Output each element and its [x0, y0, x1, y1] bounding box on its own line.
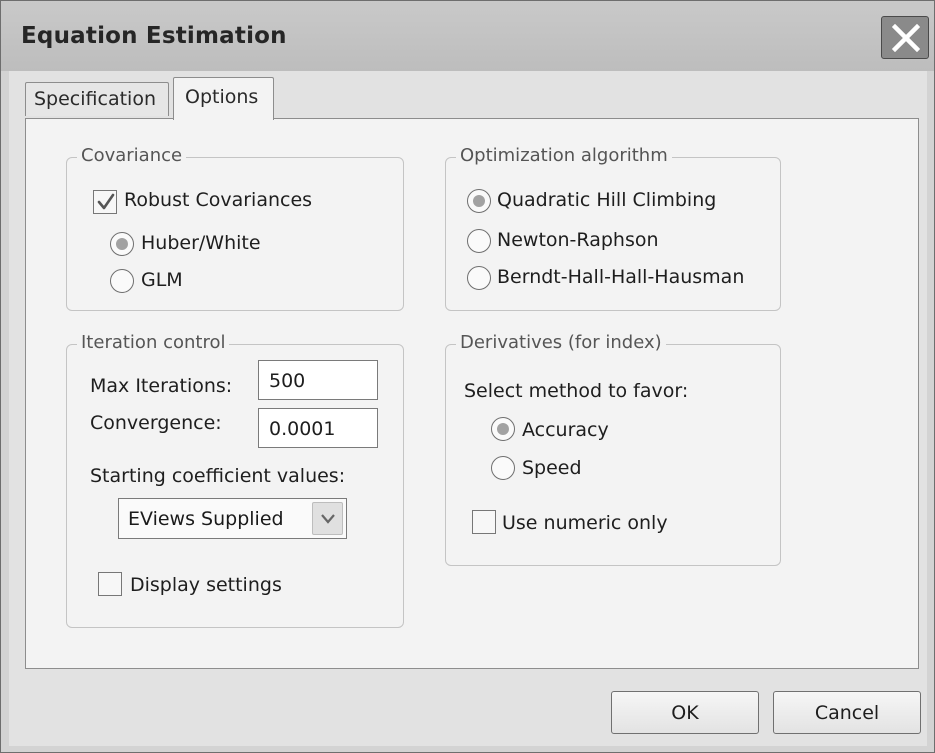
accuracy-label: Accuracy	[522, 419, 609, 441]
cancel-button-label: Cancel	[814, 702, 880, 724]
radio-selected-dot	[116, 238, 128, 250]
speed-label: Speed	[522, 457, 582, 479]
tab-specification[interactable]: Specification	[25, 82, 169, 116]
speed-radio[interactable]	[491, 456, 515, 480]
tab-specification-label: Specification	[34, 88, 156, 110]
glm-radio[interactable]	[110, 269, 134, 293]
convergence-input[interactable]: 0.0001	[258, 408, 378, 448]
dropdown-button[interactable]	[312, 502, 343, 535]
iteration-control-legend: Iteration control	[77, 332, 230, 353]
display-settings-label: Display settings	[130, 574, 282, 596]
bhhh-radio[interactable]	[467, 266, 491, 290]
quadratic-hill-climbing-radio[interactable]	[467, 189, 491, 213]
close-icon	[892, 24, 920, 52]
max-iterations-label: Max Iterations:	[90, 375, 233, 397]
bhhh-label: Berndt-Hall-Hall-Hausman	[497, 266, 745, 288]
max-iterations-input[interactable]: 500	[258, 360, 378, 400]
robust-covariances-checkbox[interactable]	[93, 190, 117, 214]
newton-raphson-radio[interactable]	[467, 229, 491, 253]
max-iterations-value: 500	[269, 370, 306, 392]
robust-covariances-label: Robust Covariances	[124, 189, 313, 211]
tab-options[interactable]: Options	[173, 77, 274, 120]
ok-button[interactable]: OK	[611, 691, 759, 734]
derivatives-legend: Derivatives (for index)	[456, 332, 666, 353]
quadratic-hill-climbing-label: Quadratic Hill Climbing	[497, 189, 717, 211]
options-tab-panel: Covariance Robust Covariances Huber/Whit…	[25, 118, 919, 669]
checkmark-icon	[97, 193, 115, 210]
convergence-value: 0.0001	[269, 418, 336, 440]
use-numeric-only-label: Use numeric only	[502, 512, 668, 534]
tab-options-label: Options	[185, 86, 259, 108]
optimization-legend: Optimization algorithm	[456, 145, 672, 166]
huber-white-label: Huber/White	[141, 232, 261, 254]
newton-raphson-label: Newton-Raphson	[497, 229, 659, 251]
huber-white-radio[interactable]	[110, 232, 134, 256]
close-button[interactable]	[881, 16, 929, 59]
starting-values-selected: EViews Supplied	[128, 508, 284, 530]
select-method-label: Select method to favor:	[464, 380, 689, 402]
ok-button-label: OK	[671, 702, 699, 724]
dialog-window: Equation Estimation Specification Option…	[0, 0, 935, 753]
glm-label: GLM	[141, 269, 183, 291]
radio-selected-dot	[473, 195, 485, 207]
covariance-legend: Covariance	[77, 145, 187, 166]
chevron-down-icon	[321, 514, 335, 524]
window-title: Equation Estimation	[21, 23, 287, 49]
convergence-label: Convergence:	[90, 412, 222, 434]
starting-values-label: Starting coefficient values:	[90, 465, 346, 487]
accuracy-radio[interactable]	[491, 417, 515, 441]
cancel-button[interactable]: Cancel	[773, 691, 921, 734]
use-numeric-only-checkbox[interactable]	[472, 510, 496, 534]
title-bar[interactable]: Equation Estimation	[1, 1, 934, 71]
radio-selected-dot	[497, 423, 509, 435]
starting-values-select[interactable]: EViews Supplied	[118, 498, 347, 539]
display-settings-checkbox[interactable]	[98, 572, 122, 596]
